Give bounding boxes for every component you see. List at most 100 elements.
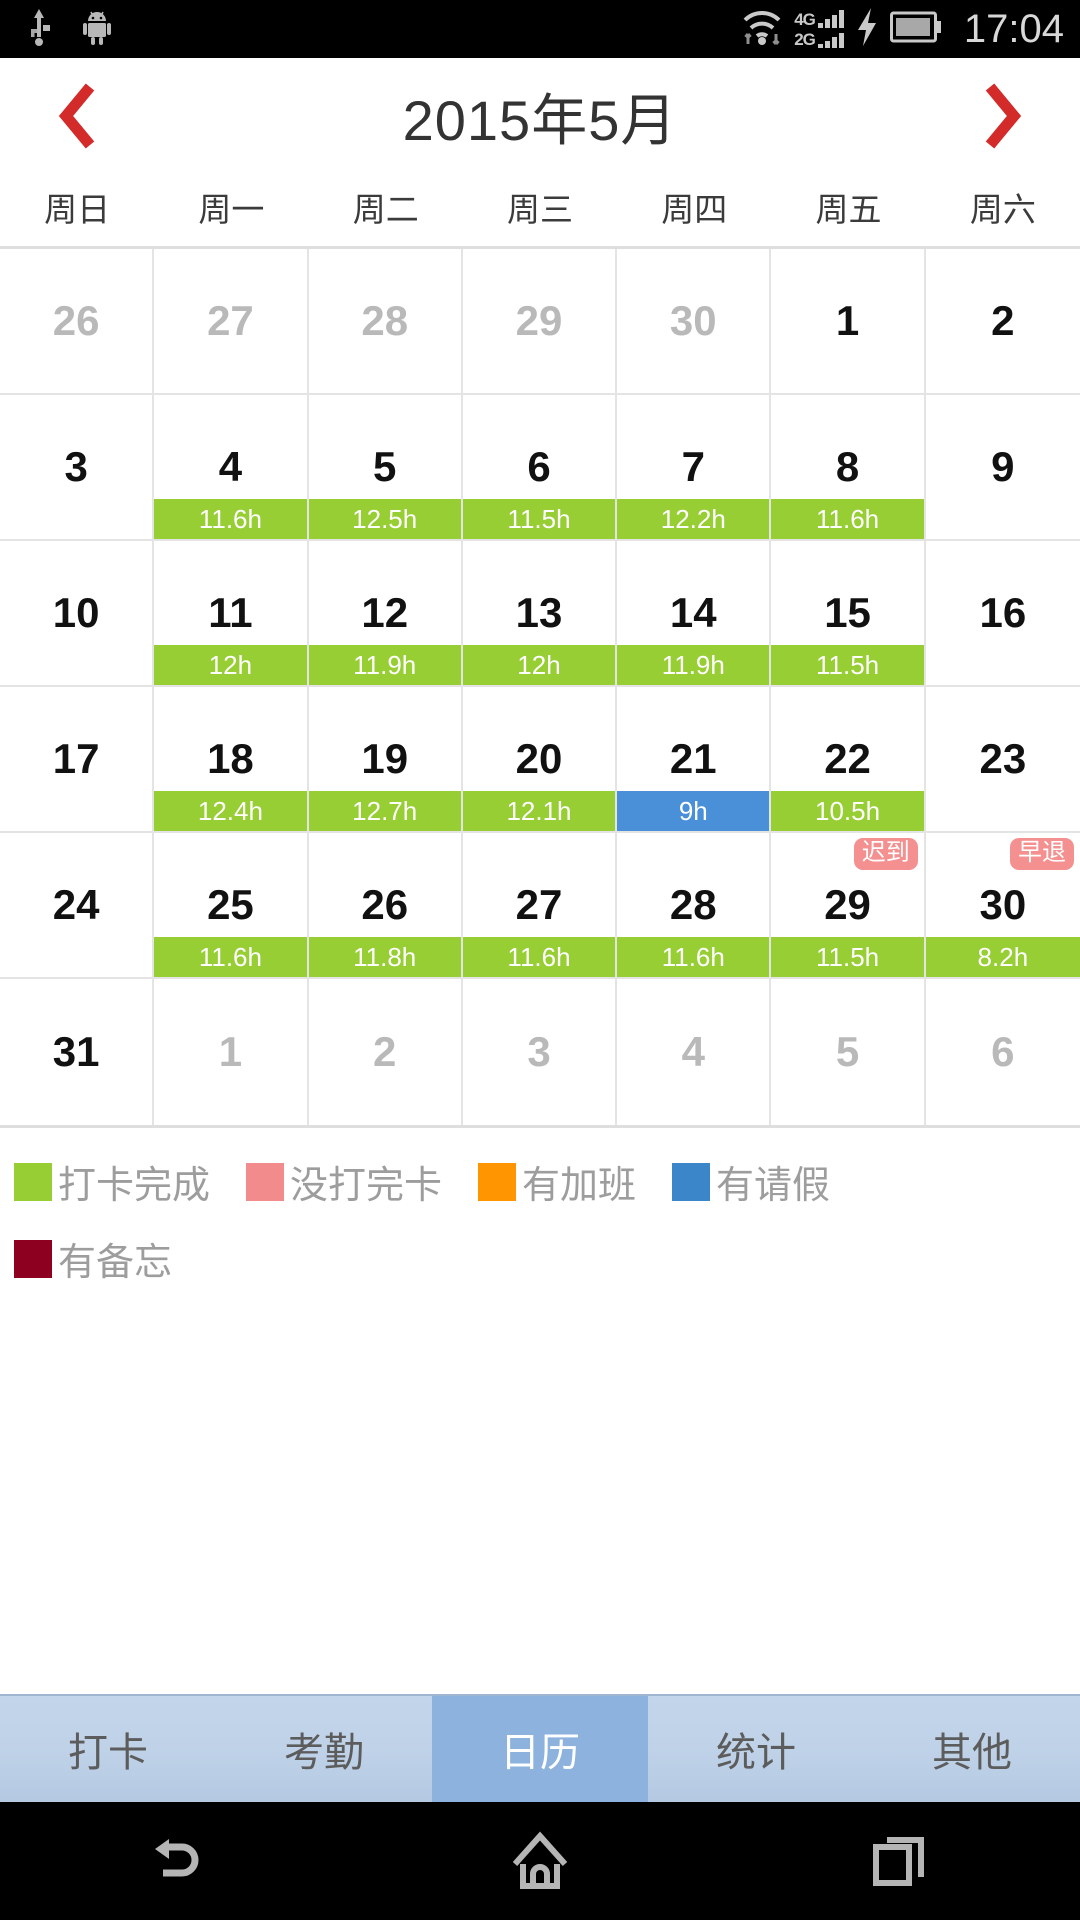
calendar-day-cell[interactable]: 6 xyxy=(925,979,1080,1125)
calendar-day-cell[interactable]: 29 xyxy=(462,249,618,395)
calendar-day-cell[interactable]: 20 12.1h xyxy=(462,687,618,833)
calendar-day-cell[interactable]: 6 11.5h xyxy=(462,395,618,541)
tab-2[interactable]: 日历 xyxy=(432,1696,648,1802)
calendar-day-cell[interactable]: 4 11.6h xyxy=(154,395,309,541)
calendar-day-cell[interactable]: 28 11.6h xyxy=(617,833,772,979)
calendar-day-cell[interactable]: 18 12.4h xyxy=(154,687,309,833)
work-hours-bar: 12.7h xyxy=(308,791,461,831)
status-bar-left-icons xyxy=(26,7,112,52)
legend-label: 没打完卡 xyxy=(290,1165,443,1207)
legend-label: 有备忘 xyxy=(58,1242,173,1284)
weekday-fri: 周五 xyxy=(815,191,882,228)
status-bar-right-icons: 4G 2G 17:04 xyxy=(740,6,1064,53)
calendar-day-cell[interactable]: 12 11.9h xyxy=(308,541,463,687)
day-number: 30 xyxy=(979,881,1027,928)
calendar-day-cell[interactable]: 19 12.7h xyxy=(308,687,463,833)
calendar-day-cell[interactable]: 16 xyxy=(925,541,1080,687)
day-number: 3 xyxy=(64,443,88,490)
usb-icon xyxy=(26,7,52,52)
calendar-day-cell[interactable]: 27 11.6h xyxy=(462,833,618,979)
legend-row-secondary: 有备忘 xyxy=(14,1231,1066,1286)
calendar-day-cell[interactable]: 21 9h xyxy=(617,687,772,833)
calendar-day-cell[interactable]: 14 11.9h xyxy=(617,541,772,687)
calendar-day-cell[interactable]: 13 12h xyxy=(462,541,618,687)
day-number: 16 xyxy=(979,589,1027,636)
calendar-day-cell[interactable]: 10 xyxy=(0,541,155,687)
day-number: 1 xyxy=(218,1028,243,1075)
battery-icon xyxy=(889,9,942,50)
tab-1[interactable]: 考勤 xyxy=(216,1696,432,1802)
day-number: 6 xyxy=(991,1028,1015,1075)
calendar-day-cell[interactable]: 15 11.5h xyxy=(771,541,926,687)
calendar-day-cell[interactable]: 4 xyxy=(617,979,772,1125)
calendar-day-cell[interactable]: 25 11.6h xyxy=(154,833,309,979)
calendar-day-cell[interactable]: 24 xyxy=(0,833,155,979)
calendar-day-cell[interactable]: 5 xyxy=(771,979,926,1125)
calendar-day-cell[interactable]: 26 xyxy=(0,249,155,395)
day-number: 29 xyxy=(515,297,563,344)
next-month-button[interactable] xyxy=(976,76,1028,156)
calendar-day-cell[interactable]: 31 xyxy=(0,979,155,1125)
work-hours-bar: 8.2h xyxy=(925,937,1080,977)
day-number: 18 xyxy=(207,735,254,782)
legend-color-swatch xyxy=(14,1239,52,1278)
day-number: 14 xyxy=(669,589,717,636)
work-hours-bar: 9h xyxy=(617,791,770,831)
work-hours-bar: 11.6h xyxy=(154,937,307,977)
day-number: 31 xyxy=(52,1028,100,1075)
tab-3[interactable]: 统计 xyxy=(648,1696,864,1802)
calendar-day-cell[interactable]: 7 12.2h xyxy=(617,395,772,541)
legend-row-primary: 打卡完成 没打完卡 有加班 有请假 xyxy=(14,1154,1066,1209)
day-number: 29 xyxy=(824,881,871,928)
work-hours-bar: 11.5h xyxy=(771,645,924,685)
day-number: 17 xyxy=(52,735,100,782)
tab-0[interactable]: 打卡 xyxy=(0,1696,216,1802)
day-number: 26 xyxy=(361,881,409,928)
legend-label: 有加班 xyxy=(522,1165,637,1207)
tab-4[interactable]: 其他 xyxy=(864,1696,1080,1802)
calendar-day-cell[interactable]: 2 xyxy=(925,249,1080,395)
calendar-day-cell[interactable]: 5 12.5h xyxy=(308,395,463,541)
calendar-day-cell[interactable]: 27 xyxy=(154,249,309,395)
calendar-day-cell[interactable]: 8 11.6h xyxy=(771,395,926,541)
day-number: 22 xyxy=(824,735,871,782)
prev-month-button[interactable] xyxy=(52,76,104,156)
home-icon[interactable] xyxy=(470,1802,610,1920)
bottom-tab-bar: 打卡 考勤 日历 统计 其他 xyxy=(0,1694,1080,1802)
day-number: 26 xyxy=(52,297,100,344)
calendar-day-cell[interactable]: 1 xyxy=(154,979,309,1125)
day-number: 4 xyxy=(681,1028,705,1075)
work-hours-bar: 11.9h xyxy=(617,645,770,685)
weekday-sun: 周日 xyxy=(44,191,111,228)
work-hours-bar: 11.9h xyxy=(308,645,461,685)
day-number: 3 xyxy=(527,1028,551,1075)
calendar-day-cell[interactable]: 26 11.8h xyxy=(308,833,463,979)
day-number: 30 xyxy=(669,297,717,344)
calendar-day-cell[interactable]: 28 xyxy=(308,249,463,395)
work-hours-bar: 11.8h xyxy=(308,937,461,977)
calendar-day-cell[interactable]: 3 xyxy=(0,395,155,541)
month-header: 2015年5月 xyxy=(0,58,1080,174)
calendar-day-cell[interactable]: 9 xyxy=(925,395,1080,541)
calendar-day-cell[interactable]: 17 xyxy=(0,687,155,833)
day-number: 5 xyxy=(835,1028,860,1075)
legend-color-swatch xyxy=(246,1162,285,1201)
calendar-day-cell[interactable]: 22 10.5h xyxy=(771,687,926,833)
day-number: 21 xyxy=(669,735,717,782)
calendar-day-cell[interactable]: 11 12h xyxy=(154,541,309,687)
status-badge: 早退 xyxy=(1010,838,1074,870)
work-hours-bar: 12.5h xyxy=(308,499,461,539)
day-number: 24 xyxy=(52,881,100,928)
back-icon[interactable] xyxy=(110,1802,250,1920)
weekday-header-row: 周日 周一 周二 周三 周四 周五 周六 xyxy=(0,174,1080,246)
calendar-day-cell[interactable]: 30 xyxy=(617,249,772,395)
calendar-day-cell[interactable]: 29 迟到 11.5h xyxy=(771,833,926,979)
legend-item: 打卡完成 xyxy=(14,1154,210,1209)
calendar-day-cell[interactable]: 2 xyxy=(308,979,463,1125)
day-number: 13 xyxy=(515,589,563,636)
recents-icon[interactable] xyxy=(830,1802,970,1920)
calendar-day-cell[interactable]: 23 xyxy=(925,687,1080,833)
calendar-day-cell[interactable]: 3 xyxy=(462,979,618,1125)
calendar-day-cell[interactable]: 30 早退 8.2h xyxy=(925,833,1080,979)
calendar-day-cell[interactable]: 1 xyxy=(771,249,926,395)
